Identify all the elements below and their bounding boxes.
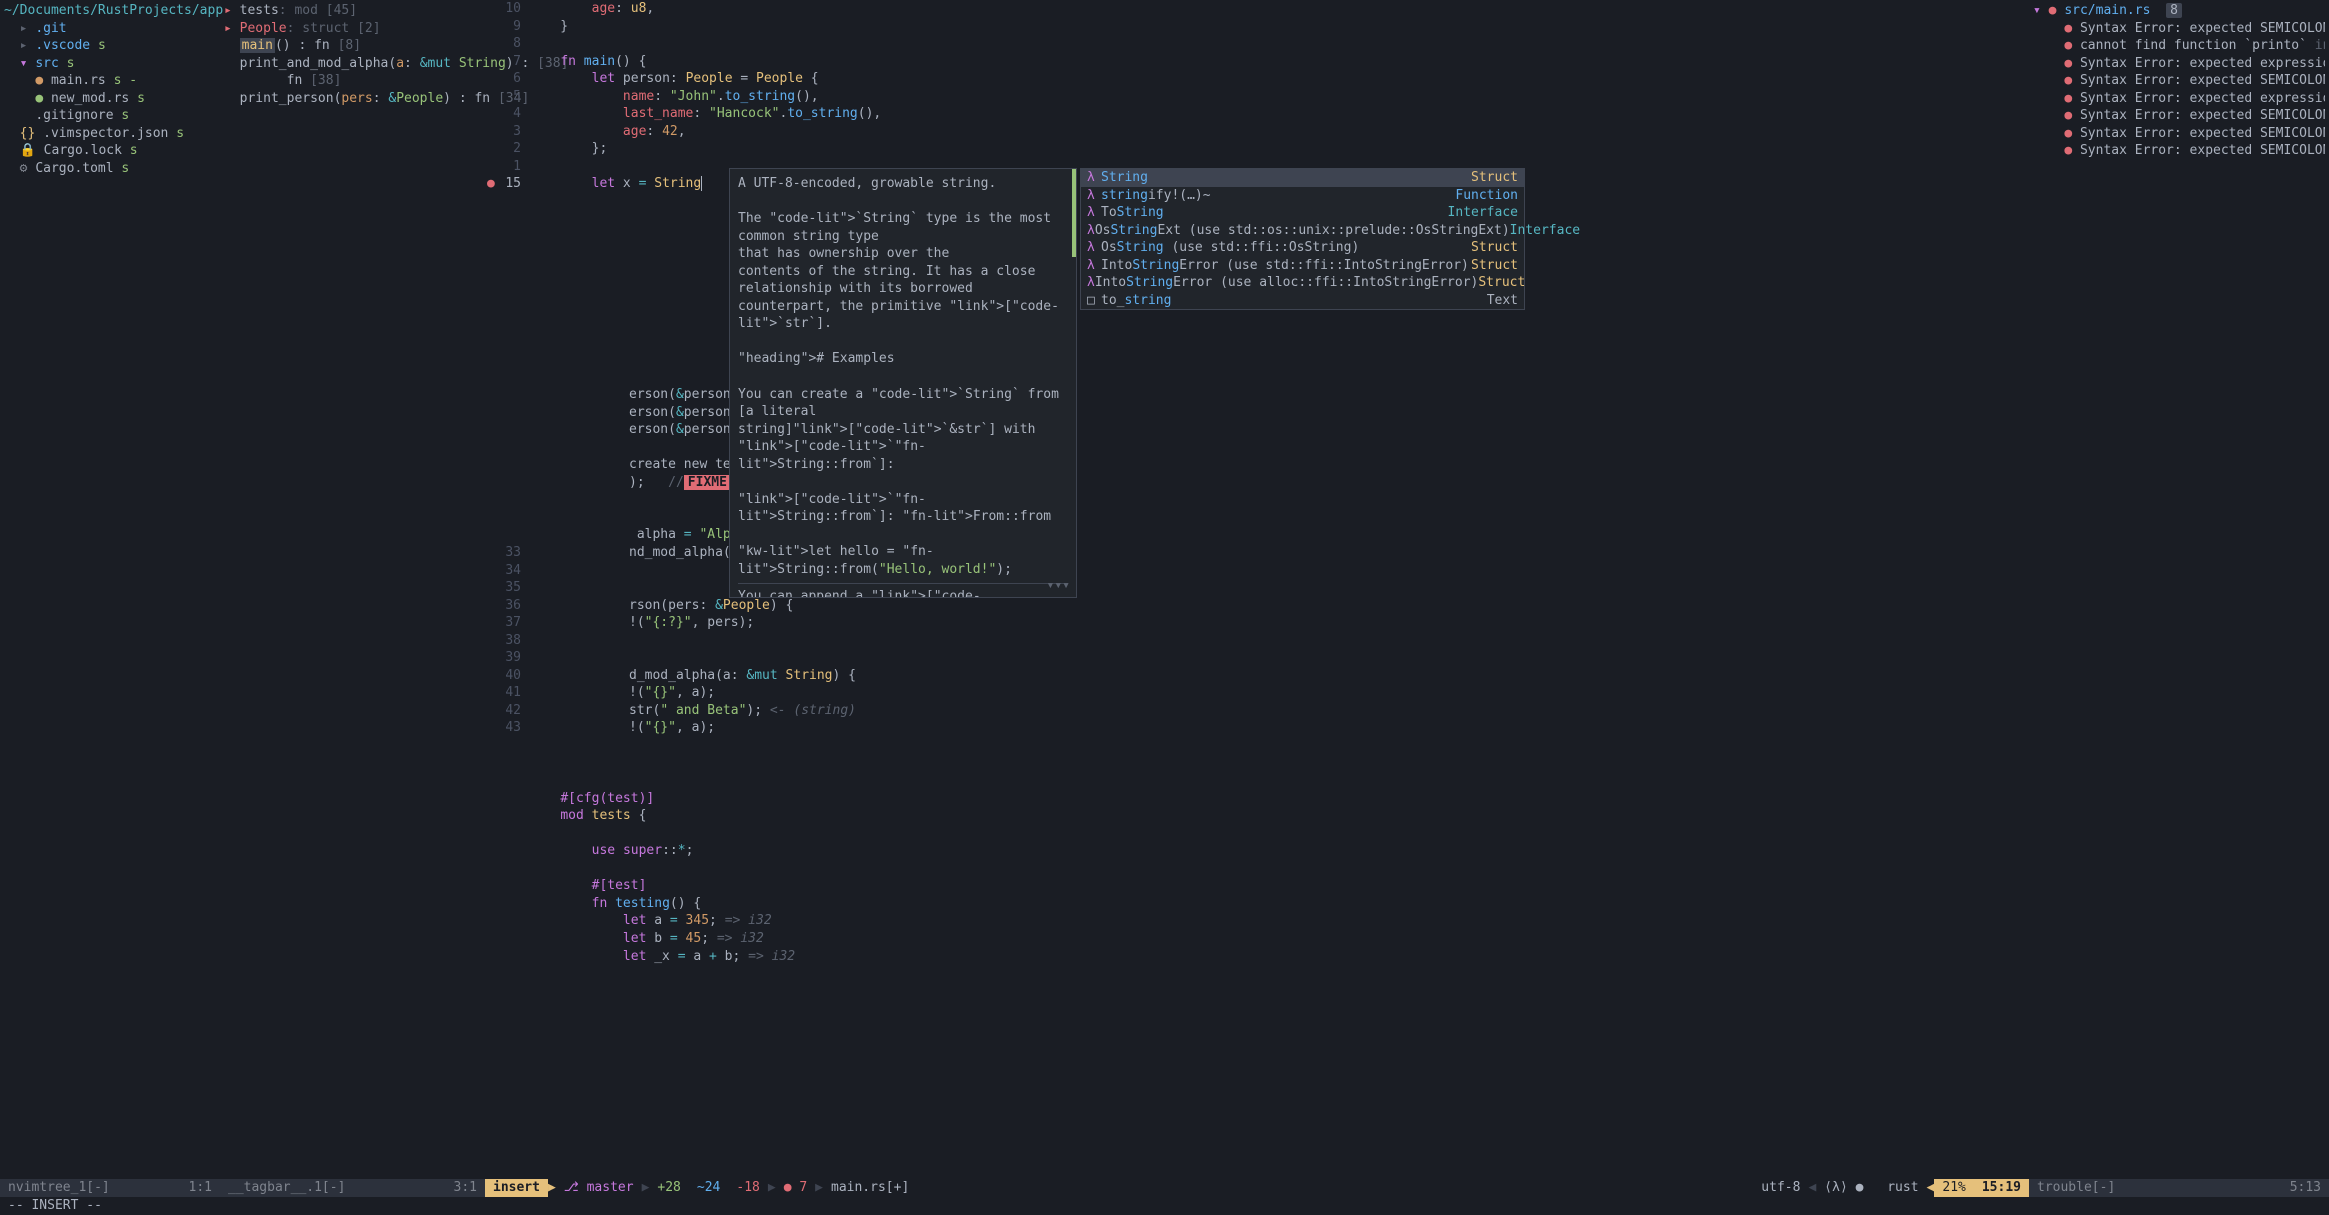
scroll-indicator-icon: ▾▾▾ xyxy=(1047,577,1070,595)
completion-item[interactable]: λ OsStringExt (use std::os::unix::prelud… xyxy=(1081,222,1524,240)
status-git-adds: +28 xyxy=(649,1179,688,1197)
code-line[interactable]: str(" and Beta"); <- (string) xyxy=(629,702,2029,720)
code-line[interactable]: !("{:?}", pers); xyxy=(629,614,2029,632)
file-tree-panel: ~/Documents/RustProjects/app ▸ .git ▸ .v… xyxy=(0,0,220,1179)
scrollbar-thumb[interactable] xyxy=(1072,169,1076,257)
code-line[interactable] xyxy=(529,772,2029,790)
status-tree-name: nvimtree_1[-] xyxy=(0,1179,118,1197)
file-tree-item[interactable]: {} .vimspector.json s xyxy=(4,125,216,143)
code-line[interactable]: let b = 45; => i32 xyxy=(529,930,2029,948)
completion-item[interactable]: λ ToStringInterface xyxy=(1081,204,1524,222)
file-tree-item[interactable]: ▸ .git xyxy=(4,20,216,38)
status-git-dels: -18 xyxy=(728,1179,767,1197)
status-percent: 21% xyxy=(1934,1179,1973,1197)
status-cursor-pos: 15:19 xyxy=(1974,1179,2029,1197)
status-filename: main.rs[+] xyxy=(823,1179,917,1197)
status-filetype: rust xyxy=(1879,1179,1926,1197)
status-git-branch: ⎇ master xyxy=(556,1179,642,1197)
diagnostic-item[interactable]: ● Syntax Error: expected SEMICOLON rust-… xyxy=(2033,125,2325,143)
code-line[interactable] xyxy=(629,632,2029,650)
code-line[interactable] xyxy=(529,825,2029,843)
file-tree-root-path: ~/Documents/RustProjects/app xyxy=(4,2,216,20)
completion-item[interactable]: λ stringify!(…)~Function xyxy=(1081,187,1524,205)
diagnostic-item[interactable]: ● Syntax Error: expected SEMICOLON rust-… xyxy=(2033,142,2325,160)
file-tree-item[interactable]: ● main.rs s - xyxy=(4,72,216,90)
code-line[interactable]: name: "John".to_string(), xyxy=(529,88,2029,106)
code-line[interactable]: age: u8, xyxy=(529,0,2029,18)
code-line[interactable]: #[cfg(test)] xyxy=(529,790,2029,808)
diagnostics-file-header[interactable]: ▾ ● src/main.rs 8 xyxy=(2033,2,2325,20)
outline-item[interactable]: print_and_mod_alpha(a: &mut String) : [3… xyxy=(224,55,481,73)
code-line[interactable]: age: 42, xyxy=(529,123,2029,141)
status-error-count: ● 7 xyxy=(776,1179,815,1197)
code-line[interactable] xyxy=(629,649,2029,667)
code-line[interactable]: mod tests { xyxy=(529,807,2029,825)
status-mode: insert xyxy=(485,1179,548,1197)
completion-item[interactable]: λ IntoStringError (use std::ffi::IntoStr… xyxy=(1081,257,1524,275)
code-line[interactable] xyxy=(529,35,2029,53)
code-line[interactable]: d_mod_alpha(a: &mut String) { xyxy=(629,667,2029,685)
code-line[interactable]: use super::*; xyxy=(529,842,2029,860)
outline-item[interactable]: main() : fn [8] xyxy=(224,37,481,55)
status-trouble-name: trouble[-] xyxy=(2029,1179,2123,1197)
completion-popup[interactable]: λ StringStructλ stringify!(…)~Functionλ … xyxy=(1080,168,1525,310)
file-tree-item[interactable]: ⚙ Cargo.toml s xyxy=(4,160,216,178)
outline-item[interactable]: print_person(pers: &People) : fn [34] xyxy=(224,90,481,108)
status-tree-pos: 1:1 xyxy=(181,1179,220,1197)
diagnostic-item[interactable]: ● Syntax Error: expected SEMICOLON rust-… xyxy=(2033,107,2325,125)
code-line[interactable]: let a = 345; => i32 xyxy=(529,912,2029,930)
file-tree-item[interactable]: ▾ src s xyxy=(4,55,216,73)
outline-panel: ▸ tests: mod [45]▸ People: struct [2] ma… xyxy=(220,0,485,1179)
code-line[interactable]: fn testing() { xyxy=(529,895,2029,913)
code-line[interactable]: last_name: "Hancock".to_string(), xyxy=(529,105,2029,123)
code-line[interactable]: let _x = a + b; => i32 xyxy=(529,948,2029,966)
outline-item[interactable]: ▸ tests: mod [45] xyxy=(224,2,481,20)
status-area: nvimtree_1[-] 1:1 __tagbar__.1[-] 3:1 in… xyxy=(0,1179,2329,1215)
code-line[interactable]: }; xyxy=(529,140,2029,158)
status-tagbar-name: __tagbar__.1[-] xyxy=(220,1179,353,1197)
command-line: -- INSERT -- xyxy=(0,1197,2329,1215)
completion-item[interactable]: λ OsString (use std::ffi::OsString)Struc… xyxy=(1081,239,1524,257)
diagnostic-item[interactable]: ● Syntax Error: expected SEMICOLON rust-… xyxy=(2033,20,2325,38)
diagnostic-item[interactable]: ● cannot find function `printo` in this … xyxy=(2033,37,2325,55)
status-trouble-pos: 5:13 xyxy=(2282,1179,2329,1197)
diagnostic-item[interactable]: ● Syntax Error: expected expression rust… xyxy=(2033,55,2325,73)
status-tagbar-pos: 3:1 xyxy=(446,1179,485,1197)
file-tree-item[interactable]: 🔒 Cargo.lock s xyxy=(4,142,216,160)
code-line[interactable]: } xyxy=(529,18,2029,36)
diagnostic-item[interactable]: ● Syntax Error: expected expression rust… xyxy=(2033,90,2325,108)
completion-item[interactable]: λ IntoStringError (use alloc::ffi::IntoS… xyxy=(1081,274,1524,292)
status-encoding: utf-8 xyxy=(1753,1179,1808,1197)
file-tree-item[interactable]: .gitignore s xyxy=(4,107,216,125)
code-line[interactable]: !("{}", a); xyxy=(629,719,2029,737)
status-lang-icon: ⟨λ⟩ ● xyxy=(1816,1179,1879,1197)
code-line[interactable] xyxy=(529,755,2029,773)
code-line[interactable]: rson(pers: &People) { xyxy=(629,597,2029,615)
outline-item[interactable]: ▸ People: struct [2] xyxy=(224,20,481,38)
code-line[interactable]: #[test] xyxy=(529,877,2029,895)
code-line[interactable] xyxy=(529,737,2029,755)
code-line[interactable]: fn main() { xyxy=(529,53,2029,71)
completion-item[interactable]: □ to_stringText xyxy=(1081,292,1524,310)
status-git-mods: ~24 xyxy=(689,1179,728,1197)
code-line[interactable]: !("{}", a); xyxy=(629,684,2029,702)
completion-item[interactable]: λ StringStruct xyxy=(1081,169,1524,187)
diagnostic-item[interactable]: ● Syntax Error: expected SEMICOLON rust-… xyxy=(2033,72,2325,90)
documentation-popup: A UTF-8-encoded, growable string. The "c… xyxy=(729,168,1077,598)
editor-panel[interactable]: 10987654321153334353637383940414243 age:… xyxy=(485,0,2029,1179)
code-line[interactable] xyxy=(529,860,2029,878)
code-line[interactable]: let person: People = People { xyxy=(529,70,2029,88)
diagnostics-panel: ▾ ● src/main.rs 8 ● Syntax Error: expect… xyxy=(2029,0,2329,1179)
file-tree-item[interactable]: ▸ .vscode s xyxy=(4,37,216,55)
file-tree-item[interactable]: ● new_mod.rs s xyxy=(4,90,216,108)
